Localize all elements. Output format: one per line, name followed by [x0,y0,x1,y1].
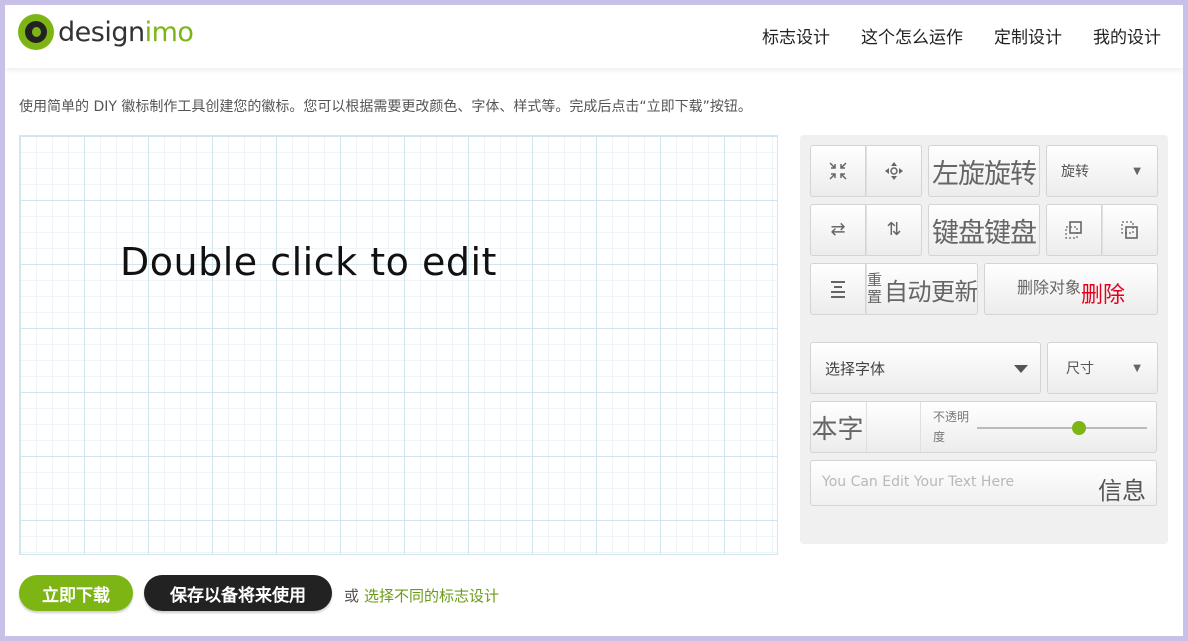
nav-my-designs[interactable]: 我的设计 [1093,23,1161,48]
choose-different-design-link[interactable]: 选择不同的标志设计 [364,585,499,606]
or-text: 或 [344,587,360,605]
compress-icon [829,162,847,180]
logo-text-suffix: imo [144,16,194,48]
nav-custom-design[interactable]: 定制设计 [994,23,1062,48]
rotate-select[interactable]: 旋转 ▼ [1046,145,1158,197]
text-edit-placeholder: You Can Edit Your Text Here [822,474,1015,490]
main-nav: 标志设计 这个怎么运作 定制设计 我的设计 [762,23,1161,48]
font-select[interactable]: 选择字体 [810,342,1041,394]
align-center-icon [831,281,845,298]
keyboard-button[interactable]: 键盘键盘 [928,204,1040,256]
download-now-button[interactable]: 立即下载 [19,575,133,611]
text-edit-field[interactable]: You Can Edit Your Text Here 信息 [810,460,1157,506]
move-button[interactable] [866,145,922,197]
rotate-select-label: 旋转 [1061,164,1089,180]
flip-horizontal-button[interactable]: ⇄ [810,204,866,256]
save-for-later-button[interactable]: 保存以备将来使用 [144,575,332,611]
style-opacity-row: 本字 不透明度 [810,401,1157,453]
size-select-label: 尺寸 [1066,361,1094,377]
send-backward-icon [1121,221,1138,239]
fit-button[interactable] [810,145,866,197]
text-style-button[interactable]: 本字 [811,402,867,452]
logo[interactable]: designimo [18,13,194,51]
color-picker-button[interactable] [867,402,921,452]
flip-horizontal-icon: ⇄ [830,219,846,240]
page-frame: designimo 标志设计 这个怎么运作 定制设计 我的设计 使用简单的 DI… [5,5,1183,636]
font-select-label: 选择字体 [825,359,886,378]
flip-vertical-icon: ⇅ [886,219,902,240]
editor-panel: 左旋旋转 旋转 ▼ ⇄ ⇅ 键盘键盘 重置 自动更新 删除对象 删除 选择字体 … [800,135,1168,544]
opacity-label: 不透明度 [933,410,970,444]
reset-auto-update-button[interactable]: 重置 自动更新 [866,263,978,315]
canvas-text-object[interactable]: Double click to edit [120,240,497,284]
site-header: designimo 标志设计 这个怎么运作 定制设计 我的设计 [5,5,1183,68]
text-style-label: 本字 [811,414,864,445]
flip-vertical-button[interactable]: ⇅ [866,204,922,256]
intro-text: 使用简单的 DIY 徽标制作工具创建您的徽标。您可以根据需要更改颜色、字体、样式… [19,99,752,115]
auto-update-label: 自动更新 [884,277,978,306]
size-select[interactable]: 尺寸 ▼ [1047,342,1158,394]
align-center-button[interactable] [810,263,866,315]
chevron-down-icon [1014,365,1028,373]
bring-forward-button[interactable] [1046,204,1102,256]
send-backward-button[interactable] [1102,204,1158,256]
caret-down-icon: ▼ [1133,165,1141,177]
delete-object-button[interactable]: 删除对象 删除 [984,263,1158,315]
rotate-left-label: 左旋旋转 [932,158,1037,190]
bring-forward-icon [1065,221,1082,239]
move-icon [885,162,903,180]
info-label: 信息 [1098,477,1146,505]
design-canvas[interactable]: Double click to edit [19,135,778,555]
rotate-left-button[interactable]: 左旋旋转 [928,145,1040,197]
opacity-slider-thumb[interactable] [1072,421,1086,435]
caret-down-icon: ▼ [1133,362,1141,374]
keyboard-label: 键盘键盘 [932,217,1037,249]
logo-text-prefix: design [58,16,145,48]
nav-how-it-works[interactable]: 这个怎么运作 [861,23,963,48]
delete-label: 删除 [1081,283,1126,308]
logo-text: designimo [58,16,194,48]
opacity-slider[interactable] [977,421,1147,435]
reset-label: 重置 [867,271,883,306]
nav-logo-design[interactable]: 标志设计 [762,23,830,48]
logo-mark-icon [18,14,54,50]
delete-object-label: 删除对象 [1016,278,1081,297]
